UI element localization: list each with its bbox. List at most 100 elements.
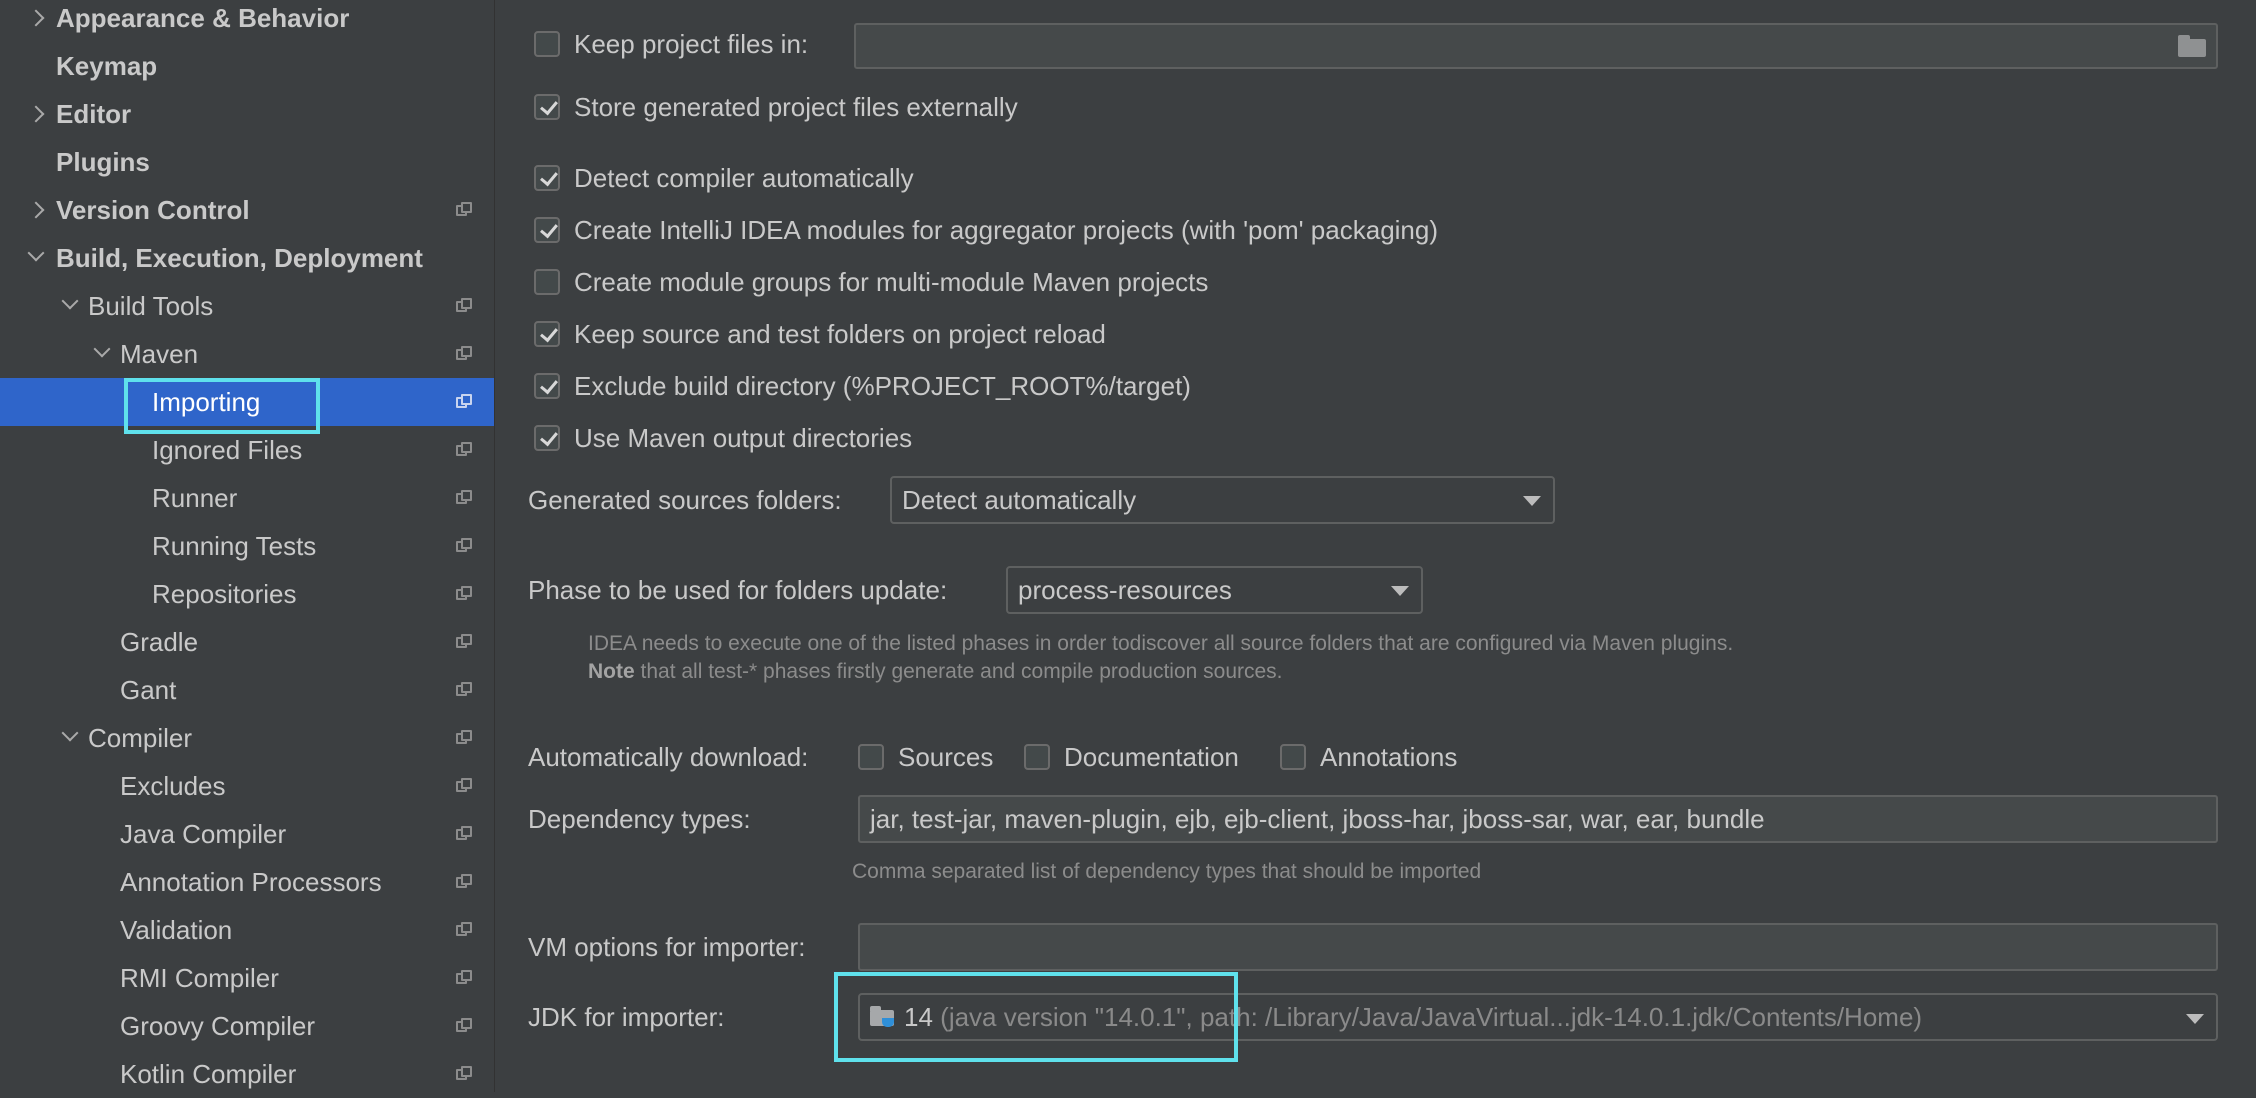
sidebar-item-label: Runner bbox=[152, 483, 238, 513]
chevron-right-icon[interactable] bbox=[22, 186, 50, 234]
checkbox-box[interactable] bbox=[534, 94, 560, 121]
project-scope-icon bbox=[456, 826, 472, 842]
sidebar-item-kotlin-compiler[interactable]: Kotlin Compiler bbox=[0, 1050, 494, 1098]
download-annotations-checkbox[interactable]: Annotations bbox=[1280, 737, 1457, 777]
download-sources-checkbox[interactable]: Sources bbox=[858, 737, 993, 777]
project-scope-icon bbox=[456, 538, 472, 554]
project-scope-icon bbox=[456, 634, 472, 650]
detect-compiler-checkbox[interactable]: Detect compiler automatically bbox=[534, 158, 914, 198]
phase-label: Phase to be used for folders update: bbox=[528, 575, 948, 605]
exclude-build-dir-checkbox[interactable]: Exclude build directory (%PROJECT_ROOT%/… bbox=[534, 366, 1191, 406]
checkbox-box[interactable] bbox=[534, 165, 560, 192]
dropdown-value: process-resources bbox=[1018, 575, 1232, 605]
chevron-right-icon[interactable] bbox=[22, 90, 50, 138]
chevron-right-icon[interactable] bbox=[22, 0, 50, 42]
sidebar-item-ignored-files[interactable]: Ignored Files bbox=[0, 426, 494, 474]
sidebar-item-label: Running Tests bbox=[152, 531, 317, 561]
phase-hint-line-1: IDEA needs to execute one of the listed … bbox=[588, 632, 1734, 655]
download-documentation-checkbox[interactable]: Documentation bbox=[1024, 737, 1239, 777]
sidebar-item-label: Gradle bbox=[120, 627, 199, 657]
aggregator-modules-checkbox[interactable]: Create IntelliJ IDEA modules for aggrega… bbox=[534, 210, 1438, 250]
project-scope-icon bbox=[456, 202, 472, 218]
checkbox-box[interactable] bbox=[534, 217, 560, 244]
project-scope-icon bbox=[456, 874, 472, 890]
sidebar-item-maven[interactable]: Maven bbox=[0, 330, 494, 378]
sidebar-item-importing[interactable]: Importing bbox=[0, 378, 494, 426]
sidebar-item-label: RMI Compiler bbox=[120, 963, 279, 993]
sidebar-item-appearance-behavior[interactable]: Appearance & Behavior bbox=[0, 0, 494, 42]
browse-folder-button[interactable] bbox=[2172, 23, 2218, 69]
jdk-dropdown[interactable]: 14 (java version "14.0.1", path: /Librar… bbox=[858, 993, 2218, 1041]
checkbox-label: Documentation bbox=[1064, 742, 1239, 772]
sidebar-item-excludes[interactable]: Excludes bbox=[0, 762, 494, 810]
sidebar-item-build-tools[interactable]: Build Tools bbox=[0, 282, 494, 330]
sidebar-item-annotation-processors[interactable]: Annotation Processors bbox=[0, 858, 494, 906]
project-scope-icon bbox=[456, 778, 472, 794]
sidebar-item-build-execution-deployment[interactable]: Build, Execution, Deployment bbox=[0, 234, 494, 282]
chevron-down-icon[interactable] bbox=[56, 282, 84, 330]
keep-source-folders-checkbox[interactable]: Keep source and test folders on project … bbox=[534, 314, 1106, 354]
checkbox-box[interactable] bbox=[1024, 744, 1050, 771]
vm-options-input[interactable] bbox=[858, 923, 2218, 971]
checkbox-box[interactable] bbox=[534, 269, 560, 296]
dependency-types-input[interactable]: jar, test-jar, maven-plugin, ejb, ejb-cl… bbox=[858, 795, 2218, 843]
sidebar-item-label: Appearance & Behavior bbox=[56, 3, 350, 33]
sidebar-item-editor[interactable]: Editor bbox=[0, 90, 494, 138]
project-scope-icon bbox=[456, 1018, 472, 1034]
project-scope-icon bbox=[456, 346, 472, 362]
sidebar-item-gant[interactable]: Gant bbox=[0, 666, 494, 714]
sidebar-item-groovy-compiler[interactable]: Groovy Compiler bbox=[0, 1002, 494, 1050]
chevron-down-icon bbox=[1391, 586, 1409, 596]
dependency-types-hint: Comma separated list of dependency types… bbox=[852, 860, 1482, 883]
sidebar-item-java-compiler[interactable]: Java Compiler bbox=[0, 810, 494, 858]
sidebar-item-compiler[interactable]: Compiler bbox=[0, 714, 494, 762]
note-bold: Note bbox=[588, 660, 635, 683]
sidebar-item-gradle[interactable]: Gradle bbox=[0, 618, 494, 666]
project-scope-icon bbox=[456, 490, 472, 506]
checkbox-box[interactable] bbox=[534, 425, 560, 452]
checkbox-box[interactable] bbox=[858, 744, 884, 771]
maven-output-dirs-checkbox[interactable]: Use Maven output directories bbox=[534, 418, 912, 458]
sidebar-item-runner[interactable]: Runner bbox=[0, 474, 494, 522]
checkbox-label: Annotations bbox=[1320, 742, 1458, 772]
chevron-down-icon[interactable] bbox=[88, 330, 116, 378]
java-cup-icon bbox=[882, 1018, 894, 1028]
checkbox-box[interactable] bbox=[1280, 744, 1306, 771]
checkbox-box[interactable] bbox=[534, 321, 560, 348]
keep-project-files-path-input[interactable] bbox=[854, 23, 2218, 69]
project-scope-icon bbox=[456, 394, 472, 410]
module-groups-checkbox[interactable]: Create module groups for multi-module Ma… bbox=[534, 262, 1208, 302]
phase-hint-line-2: Note that all test-* phases firstly gene… bbox=[588, 658, 1283, 686]
generated-sources-dropdown[interactable]: Detect automatically bbox=[890, 476, 1555, 524]
phase-dropdown[interactable]: process-resources bbox=[1006, 566, 1423, 614]
chevron-down-icon[interactable] bbox=[22, 234, 50, 282]
sidebar-item-running-tests[interactable]: Running Tests bbox=[0, 522, 494, 570]
checkbox-box[interactable] bbox=[534, 31, 560, 58]
sidebar-item-label: Editor bbox=[56, 99, 132, 129]
keep-project-files-checkbox[interactable]: Keep project files in: bbox=[534, 24, 808, 64]
auto-download-label: Automatically download: bbox=[528, 742, 809, 772]
sidebar-item-keymap[interactable]: Keymap bbox=[0, 42, 494, 90]
checkbox-label: Keep project files in: bbox=[574, 29, 809, 59]
sidebar-item-plugins[interactable]: Plugins bbox=[0, 138, 494, 186]
sidebar-item-version-control[interactable]: Version Control bbox=[0, 186, 494, 234]
sidebar-item-label: Java Compiler bbox=[120, 819, 287, 849]
checkbox-label: Store generated project files externally bbox=[574, 92, 1018, 122]
sidebar-item-rmi-compiler[interactable]: RMI Compiler bbox=[0, 954, 494, 1002]
jdk-folder-icon bbox=[870, 1006, 896, 1028]
checkbox-box[interactable] bbox=[534, 373, 560, 400]
sidebar-item-label: Build Tools bbox=[88, 291, 214, 321]
sidebar-item-validation[interactable]: Validation bbox=[0, 906, 494, 954]
project-scope-icon bbox=[456, 442, 472, 458]
sidebar-item-label: Annotation Processors bbox=[120, 867, 382, 897]
store-externally-checkbox[interactable]: Store generated project files externally bbox=[534, 87, 1018, 127]
checkbox-label: Exclude build directory (%PROJECT_ROOT%/… bbox=[574, 371, 1191, 401]
chevron-down-icon bbox=[1523, 496, 1541, 506]
checkbox-label: Sources bbox=[898, 742, 994, 772]
chevron-down-icon[interactable] bbox=[56, 714, 84, 762]
checkbox-label: Create IntelliJ IDEA modules for aggrega… bbox=[574, 215, 1439, 245]
sidebar-item-label: Importing bbox=[152, 387, 261, 417]
sidebar-item-repositories[interactable]: Repositories bbox=[0, 570, 494, 618]
jdk-detail: (java version "14.0.1", path: /Library/J… bbox=[940, 1002, 1923, 1032]
dropdown-value: Detect automatically bbox=[902, 485, 1137, 515]
